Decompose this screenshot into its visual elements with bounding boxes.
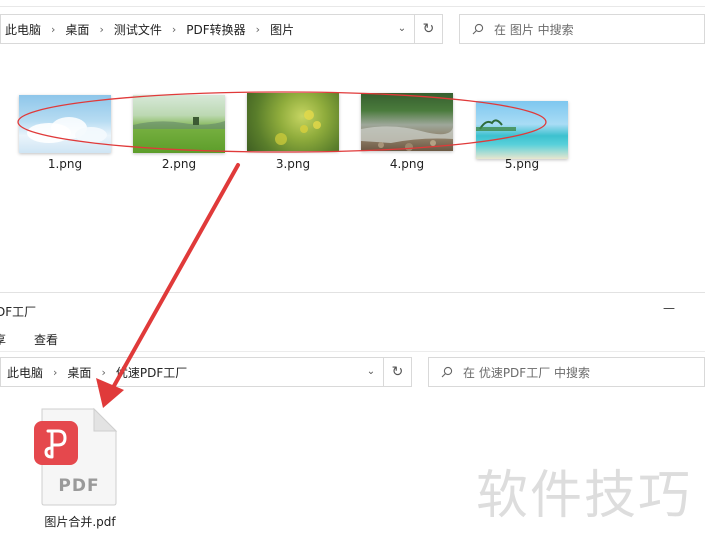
refresh-icon: ↻	[391, 364, 404, 380]
breadcrumb: 此电脑 › 桌面 › 优速PDF工厂	[1, 364, 189, 381]
breadcrumb-this-pc[interactable]: 此电脑	[3, 364, 45, 381]
chevron-right-icon: ›	[53, 365, 58, 379]
thumbnail-5-beach[interactable]	[476, 101, 568, 159]
pdf-badge-text: PDF	[58, 476, 99, 496]
file-name[interactable]: 5.png	[476, 157, 568, 171]
ribbon-tab-view[interactable]: 查看	[34, 331, 58, 348]
ribbon-tab-share[interactable]: 享	[0, 331, 6, 348]
beach-image	[476, 119, 516, 131]
field-image	[133, 117, 225, 129]
window-title: DF工厂	[0, 305, 37, 319]
search-input[interactable]: 在 优速PDF工厂 中搜索	[428, 357, 705, 387]
thumbnail-3-flowers[interactable]	[247, 93, 339, 151]
bottom-explorer-window: DF工厂 — 享 查看 此电脑 › 桌面 › 优速PDF工厂 ⌄ ↻ 在 优速P…	[0, 292, 705, 552]
river-image	[361, 126, 453, 151]
pdf-file-icon[interactable]: PDF	[28, 407, 118, 507]
thumbnail-4-river[interactable]	[361, 93, 453, 151]
thumbnail-1-sky[interactable]	[19, 95, 111, 153]
watermark-text: 软件技巧	[476, 466, 693, 526]
search-placeholder: 在 优速PDF工厂 中搜索	[463, 365, 591, 380]
file-name[interactable]: 2.png	[133, 157, 225, 171]
file-name[interactable]: 1.png	[19, 157, 111, 171]
ribbon-divider	[0, 351, 705, 352]
cloud-image	[27, 117, 107, 143]
breadcrumb-desktop[interactable]: 桌面	[65, 364, 93, 381]
chevron-right-icon: ›	[101, 365, 106, 379]
file-name[interactable]: 图片合并.pdf	[22, 513, 138, 530]
thumbnail-2-field[interactable]	[133, 95, 225, 153]
minimize-button[interactable]: —	[663, 301, 675, 315]
search-icon	[441, 366, 453, 378]
refresh-button[interactable]: ↻	[384, 357, 412, 387]
top-explorer-window: 此电脑 › 桌面 › 测试文件 › PDF转换器 › 图片 ⌄ ↻ 在 图片 中…	[0, 0, 705, 292]
breadcrumb-pdf-factory[interactable]: 优速PDF工厂	[114, 364, 189, 381]
file-grid: 1.png 2.png 3.png 4.png 5.png	[0, 0, 705, 180]
file-name[interactable]: 4.png	[361, 157, 453, 171]
flowers-image	[275, 110, 321, 145]
file-name[interactable]: 3.png	[247, 157, 339, 171]
address-bar[interactable]: 此电脑 › 桌面 › 优速PDF工厂 ⌄	[0, 357, 384, 387]
chevron-down-icon[interactable]: ⌄	[365, 366, 377, 378]
